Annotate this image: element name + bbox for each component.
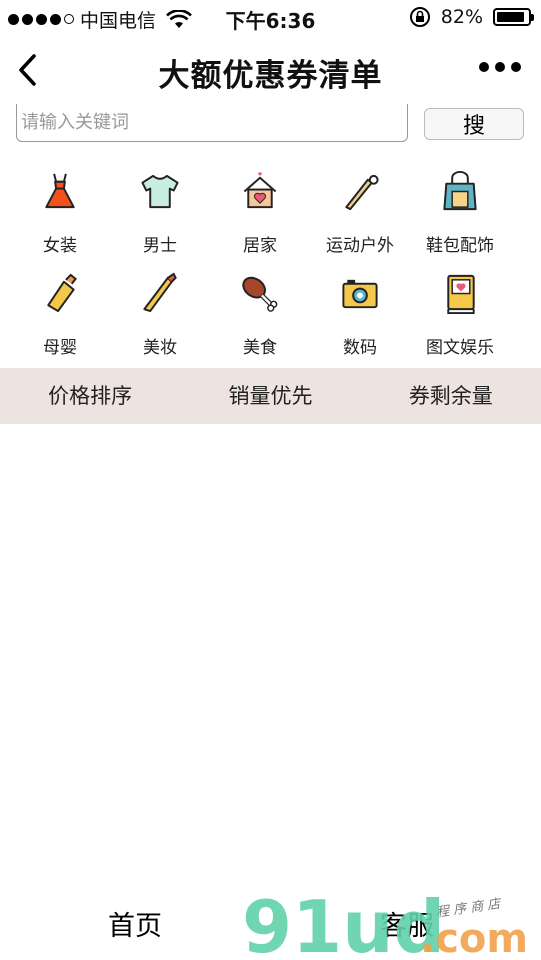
svg-text:.com: .com <box>420 916 528 958</box>
baseball-bat-icon <box>345 174 379 211</box>
watermark-logo: 91ud .com 程 序 商 店 <box>242 890 528 958</box>
rotation-lock-icon <box>409 7 430 27</box>
tshirt-icon <box>141 174 179 209</box>
dress-icon <box>45 173 75 209</box>
battery-percentage: 82% <box>440 6 483 28</box>
svg-text:91ud: 91ud <box>242 890 445 958</box>
category-books-entertainment[interactable]: 图文娱乐 <box>410 266 510 358</box>
bag-icon <box>443 171 477 211</box>
status-bar: 中国电信 下午6:36 82% <box>0 0 541 36</box>
category-label: 女装 <box>43 236 77 256</box>
category-label: 鞋包配饰 <box>426 236 494 256</box>
category-home[interactable]: 居家 <box>210 164 310 256</box>
sort-by-price-tab[interactable]: 价格排序 <box>0 368 180 424</box>
lipstick-icon <box>143 272 177 313</box>
status-right: 82% <box>409 6 534 28</box>
search-input[interactable]: 请输入关键词 <box>16 104 408 142</box>
nav-bar: 大额优惠券清单 <box>0 36 541 104</box>
category-label: 男士 <box>143 236 177 256</box>
category-label: 图文娱乐 <box>426 338 494 358</box>
battery-icon <box>493 8 534 26</box>
camera-icon <box>342 279 378 309</box>
baby-bottle-icon <box>47 273 78 313</box>
category-cosmetics[interactable]: 美妆 <box>110 266 210 358</box>
more-options-button[interactable] <box>479 62 521 72</box>
search-button[interactable]: 搜 <box>424 108 524 140</box>
category-label: 运动户外 <box>326 236 394 256</box>
category-label: 居家 <box>243 236 277 256</box>
category-label: 数码 <box>343 338 377 358</box>
sort-by-sales-tab[interactable]: 销量优先 <box>180 368 360 424</box>
category-sports-outdoor[interactable]: 运动户外 <box>310 164 410 256</box>
category-digital[interactable]: 数码 <box>310 266 410 358</box>
house-icon <box>243 172 277 209</box>
category-mens[interactable]: 男士 <box>110 164 210 256</box>
sort-by-coupon-remaining-tab[interactable]: 券剩余量 <box>361 368 541 424</box>
category-shoes-bags[interactable]: 鞋包配饰 <box>410 164 510 256</box>
category-label: 美食 <box>243 338 277 358</box>
page-title: 大额优惠券清单 <box>158 58 383 94</box>
category-grid: 女装 男士 居家 运动户外 鞋包配饰 母婴 美妆 美食 数码 图文娱乐 <box>10 164 510 358</box>
tab-home[interactable]: 首页 <box>108 904 162 943</box>
category-mother-baby[interactable]: 母婴 <box>10 266 110 358</box>
category-food[interactable]: 美食 <box>210 266 310 358</box>
sort-bar: 价格排序 销量优先 券剩余量 <box>0 368 541 424</box>
drumstick-icon <box>242 276 278 312</box>
category-label: 美妆 <box>143 338 177 358</box>
category-womens-clothing[interactable]: 女装 <box>10 164 110 256</box>
book-icon <box>447 274 475 315</box>
category-label: 母婴 <box>43 338 77 358</box>
